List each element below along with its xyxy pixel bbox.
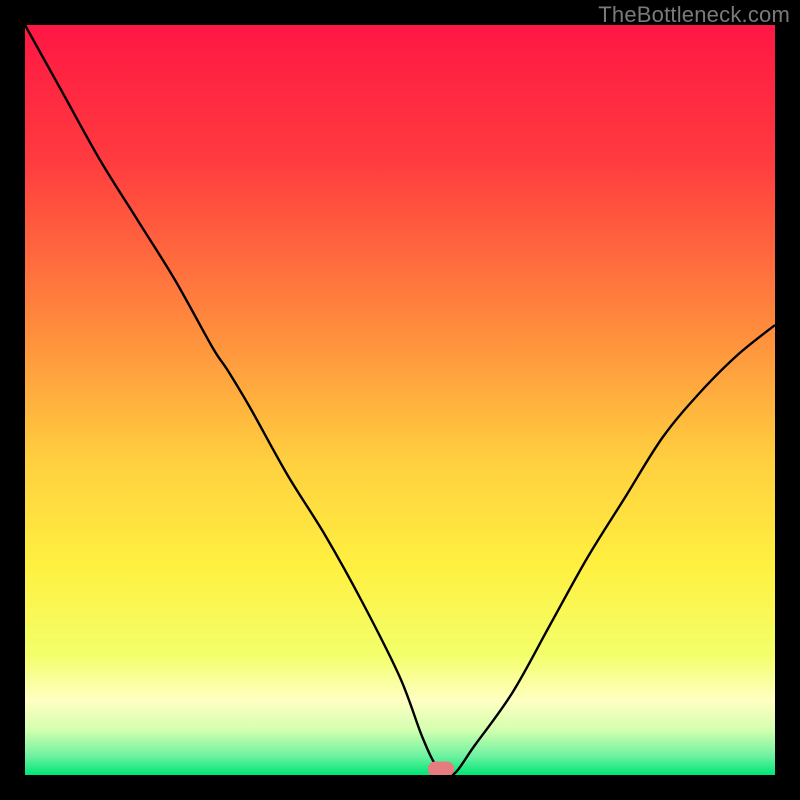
gradient-background xyxy=(25,25,775,775)
optimal-marker xyxy=(428,762,454,776)
watermark-text: TheBottleneck.com xyxy=(598,2,790,28)
plot-area xyxy=(25,25,775,775)
chart-frame: TheBottleneck.com xyxy=(0,0,800,800)
chart-svg xyxy=(25,25,775,775)
